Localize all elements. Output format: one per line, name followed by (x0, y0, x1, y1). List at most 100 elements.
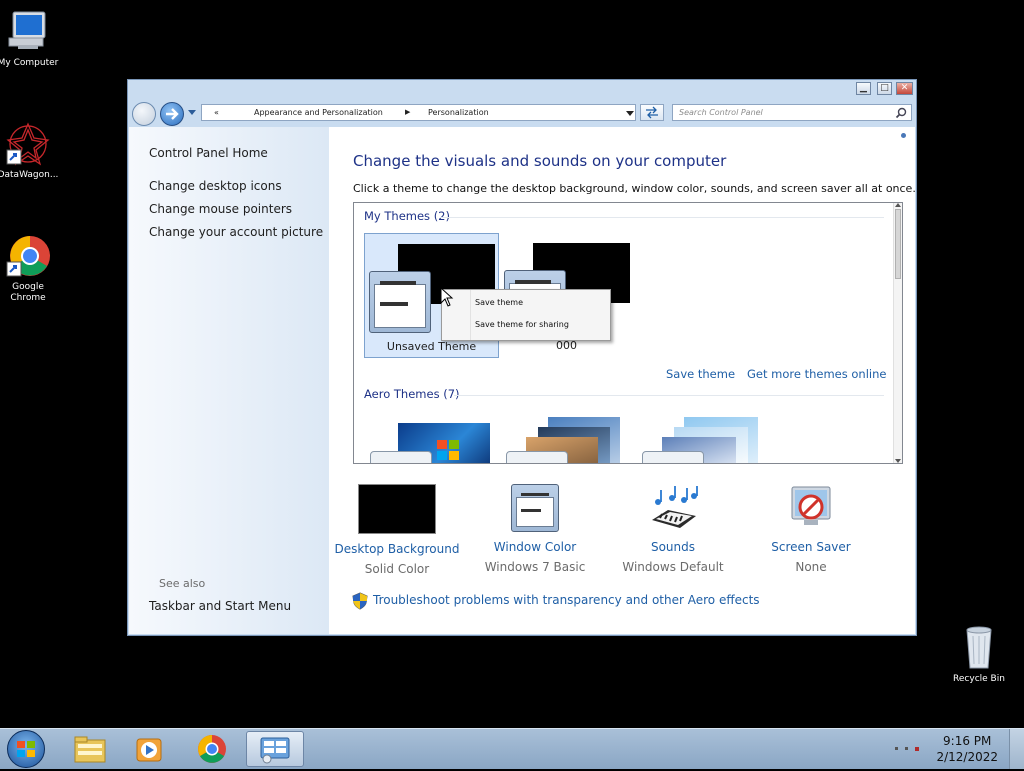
computer-icon (4, 8, 52, 56)
clock-date: 2/12/2022 (936, 750, 998, 764)
tray-icon[interactable] (895, 747, 898, 750)
minimize-button[interactable]: ▁ (856, 82, 871, 95)
back-button[interactable] (132, 102, 156, 126)
window-color-setting[interactable]: Window Color Windows 7 Basic (465, 484, 605, 574)
search-placeholder: Search Control Panel (679, 108, 763, 117)
desktop-icon-label: DataWagon... (0, 170, 59, 180)
change-mouse-pointers-link[interactable]: Change mouse pointers (149, 202, 292, 216)
navigation-bar: « Appearance and Personalization ▶ Perso… (128, 98, 916, 128)
scroll-up-arrow-icon[interactable] (895, 203, 901, 207)
breadcrumb-overflow[interactable]: « (214, 105, 219, 120)
address-bar[interactable]: « Appearance and Personalization ▶ Perso… (201, 104, 636, 121)
close-button[interactable]: ✕ (896, 82, 913, 95)
taskbar-explorer-button[interactable] (62, 731, 118, 767)
refresh-icon (646, 106, 658, 119)
theme-label: Unsaved Theme (386, 340, 477, 353)
left-pane: Control Panel Home Change desktop icons … (129, 127, 329, 634)
aero-theme-characters[interactable] (640, 417, 770, 463)
group-divider (440, 217, 884, 218)
desktop-icon-my-computer[interactable]: My Computer (0, 8, 60, 69)
screen-saver-label: Screen Saver (771, 540, 851, 554)
shield-icon (352, 592, 368, 610)
context-menu-save-theme[interactable]: Save theme (475, 298, 523, 307)
theme-list-scrollbar[interactable] (893, 203, 902, 463)
refresh-button[interactable] (640, 104, 664, 121)
desktop-background-setting[interactable]: Desktop Background Solid Color (327, 484, 467, 576)
window-content: Control Panel Home Change desktop icons … (129, 127, 916, 634)
windows-logo-icon (437, 440, 459, 460)
forward-button[interactable] (160, 102, 184, 126)
screen-saver-icon (791, 486, 831, 525)
window-color-icon (511, 484, 559, 532)
tray-icon[interactable] (905, 747, 908, 750)
sounds-icon (652, 486, 698, 528)
desktop-icon-google-chrome[interactable]: Google Chrome (0, 232, 60, 304)
context-menu: Save theme Save theme for sharing (441, 289, 611, 341)
address-dropdown-icon[interactable] (626, 111, 634, 116)
tray-icon[interactable] (915, 747, 919, 751)
aero-theme-architecture[interactable] (504, 417, 634, 463)
desktop-background-value: Solid Color (364, 562, 430, 576)
taskbar-media-player-button[interactable] (122, 731, 178, 767)
control-panel-home-link[interactable]: Control Panel Home (149, 146, 268, 160)
aero-theme-windows7[interactable] (368, 421, 498, 463)
clock-time: 9:16 PM (943, 734, 992, 748)
see-also-label: See also (159, 577, 206, 590)
forward-arrow-icon (166, 108, 179, 120)
folder-icon (74, 736, 106, 763)
personalization-window: ▁ □ ✕ « Appearance and Personalization ▶… (127, 79, 917, 636)
breadcrumb-separator-icon[interactable]: ▶ (405, 105, 410, 120)
page-subtitle: Click a theme to change the desktop back… (353, 182, 916, 195)
screen-saver-setting[interactable]: Screen Saver None (741, 484, 881, 574)
window-color-value: Windows 7 Basic (484, 560, 586, 574)
taskbar-control-panel-button[interactable] (246, 731, 304, 767)
sounds-label: Sounds (650, 540, 696, 554)
desktop-icon-recycle-bin[interactable]: Recycle Bin (947, 624, 1011, 685)
change-desktop-icons-link[interactable]: Change desktop icons (149, 179, 282, 193)
taskbar-start-menu-link[interactable]: Taskbar and Start Menu (149, 599, 291, 613)
window-color-label: Window Color (493, 540, 577, 554)
desktop-background-label: Desktop Background (334, 542, 460, 556)
sounds-value: Windows Default (622, 560, 724, 574)
recycle-bin-icon (955, 624, 1003, 672)
show-desktop-button[interactable] (1009, 729, 1024, 769)
page-title: Change the visuals and sounds on your co… (353, 152, 727, 170)
search-icon[interactable] (895, 107, 907, 119)
chrome-icon (198, 735, 226, 763)
scroll-down-arrow-icon[interactable] (895, 459, 901, 463)
sounds-setting[interactable]: Sounds Windows Default (603, 484, 743, 574)
scrollbar-thumb[interactable] (895, 209, 901, 279)
desktop-icon-label: Google Chrome (10, 282, 46, 303)
change-account-picture-link[interactable]: Change your account picture (149, 225, 323, 239)
screen-saver-value: None (795, 560, 827, 574)
maximize-button[interactable]: □ (877, 82, 892, 95)
recent-pages-dropdown[interactable] (188, 110, 196, 115)
media-player-icon (136, 738, 162, 762)
group-divider (454, 395, 884, 396)
desktop-icon-label: Recycle Bin (953, 674, 1005, 684)
save-theme-link[interactable]: Save theme (666, 367, 735, 381)
windows-logo-icon (17, 741, 35, 757)
chrome-icon (4, 232, 52, 280)
main-pane: Change the visuals and sounds on your co… (327, 127, 916, 634)
tray-icons[interactable] (895, 745, 925, 753)
search-input[interactable]: Search Control Panel (672, 104, 912, 121)
troubleshoot-link[interactable]: Troubleshoot problems with transparency … (373, 593, 760, 607)
taskbar-chrome-button[interactable] (184, 731, 240, 767)
black-screen-icon (358, 484, 436, 534)
desktop-icon-datawagon[interactable]: DataWagon... (0, 120, 60, 181)
breadcrumb-appearance[interactable]: Appearance and Personalization (254, 105, 383, 120)
taskbar-clock[interactable]: 9:16 PM 2/12/2022 (936, 733, 998, 765)
context-menu-save-theme-for-sharing[interactable]: Save theme for sharing (475, 320, 569, 329)
taskbar: 9:16 PM 2/12/2022 (0, 728, 1024, 769)
control-panel-icon (260, 737, 290, 764)
desktop-icon-label: My Computer (0, 58, 59, 68)
get-more-themes-link[interactable]: Get more themes online (747, 367, 886, 381)
window-color-icon (369, 271, 431, 333)
datawagon-icon (4, 120, 52, 168)
mouse-cursor-icon (440, 287, 454, 307)
my-themes-group-title: My Themes (2) (364, 209, 450, 223)
start-button[interactable] (7, 730, 45, 768)
breadcrumb-personalization[interactable]: Personalization (428, 105, 489, 120)
theme-list[interactable]: My Themes (2) Unsaved Theme 000 Save the… (353, 202, 903, 464)
